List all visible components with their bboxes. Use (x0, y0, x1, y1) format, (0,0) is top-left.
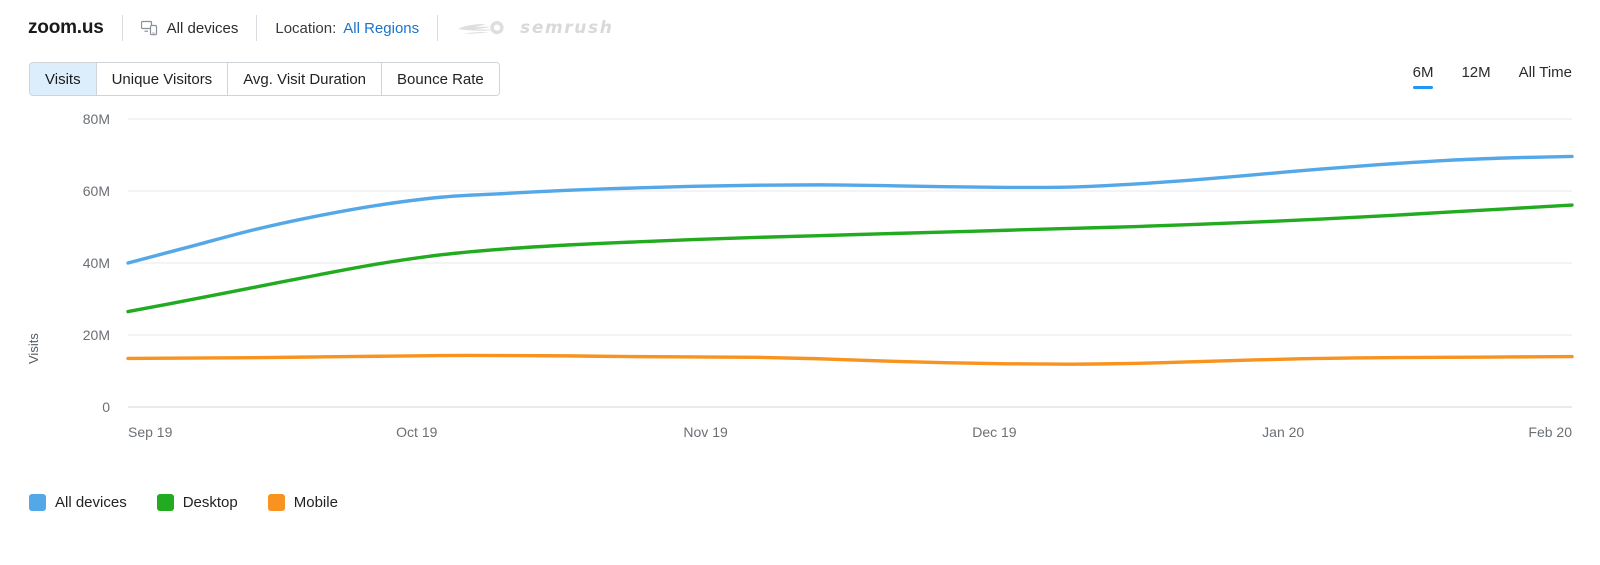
series-line-desktop (126, 203, 1574, 314)
header-divider-2 (256, 15, 258, 41)
x-tick-labels: Sep 19 Oct 19 Nov 19 Dec 19 Jan 20 Feb 20 (128, 424, 1572, 440)
legend-item-desktop[interactable]: Desktop (156, 494, 238, 511)
svg-text:Feb 20: Feb 20 (1528, 424, 1572, 440)
tab-bounce-rate[interactable]: Bounce Rate (382, 63, 499, 95)
visits-chart: Visits 0 20M 40M 60M 80M Sep 19 Oct 19 Nov 19 D… (0, 106, 1600, 466)
legend-item-mobile[interactable]: Mobile (267, 494, 338, 511)
svg-text:60M: 60M (83, 183, 110, 199)
svg-text:80M: 80M (83, 111, 110, 127)
svg-text:Nov 19: Nov 19 (683, 424, 728, 440)
device-filter[interactable]: All devices (140, 19, 239, 37)
svg-text:40M: 40M (83, 255, 110, 271)
gridlines (128, 118, 1572, 408)
range-all-time[interactable]: All Time (1519, 64, 1572, 89)
series-line-mobile (126, 353, 1574, 366)
legend-label-mobile: Mobile (293, 494, 338, 511)
header-divider-3 (437, 15, 439, 41)
time-range-selector: 6M 12M All Time (1412, 64, 1572, 89)
legend-label-desktop: Desktop (182, 494, 238, 511)
tab-visits[interactable]: Visits (30, 63, 97, 95)
metric-tabs: Visits Unique Visitors Avg. Visit Durati… (29, 62, 500, 96)
series-lines (126, 154, 1574, 366)
svg-text:Oct 19: Oct 19 (396, 424, 437, 440)
range-6m[interactable]: 6M (1412, 64, 1433, 89)
svg-text:20M: 20M (83, 327, 110, 343)
svg-text:Dec 19: Dec 19 (972, 424, 1017, 440)
controls-row: Visits Unique Visitors Avg. Visit Durati… (0, 62, 1600, 106)
tab-unique-visitors[interactable]: Unique Visitors (96, 63, 229, 95)
device-filter-label: All devices (166, 19, 239, 37)
page-header: zoom.us All devices Location: All Region… (0, 0, 1600, 56)
svg-text:Sep 19: Sep 19 (128, 424, 173, 440)
svg-text:0: 0 (102, 399, 110, 415)
header-divider-1 (121, 15, 123, 41)
location-label: Location: (275, 19, 337, 37)
legend-label-all-devices: All devices (55, 494, 127, 511)
semrush-flame-icon (458, 21, 504, 35)
page-title: zoom.us (28, 17, 104, 38)
range-12m[interactable]: 12M (1461, 64, 1490, 89)
legend-swatch-all-devices (29, 494, 46, 511)
location-value-link[interactable]: All Regions (343, 20, 419, 37)
location-filter: Location: All Regions (275, 20, 419, 37)
legend-swatch-desktop (156, 494, 174, 511)
semrush-wordmark: semrush (520, 18, 614, 38)
chart-canvas[interactable]: 0 20M 40M 60M 80M Sep 19 Oct 19 Nov 19 Dec 19 Ja… (0, 106, 1600, 466)
tab-avg-visit-duration[interactable]: Avg. Visit Duration (228, 63, 383, 95)
semrush-logo: semrush (456, 17, 613, 39)
chart-legend: All devices Desktop Mobile (29, 494, 338, 511)
devices-icon (140, 20, 158, 36)
legend-swatch-mobile (267, 494, 285, 511)
y-tick-labels: 0 20M 40M 60M 80M (83, 111, 110, 415)
svg-text:Jan 20: Jan 20 (1262, 424, 1304, 440)
legend-item-all-devices[interactable]: All devices (29, 494, 127, 511)
series-line-all-devices (126, 154, 1574, 265)
